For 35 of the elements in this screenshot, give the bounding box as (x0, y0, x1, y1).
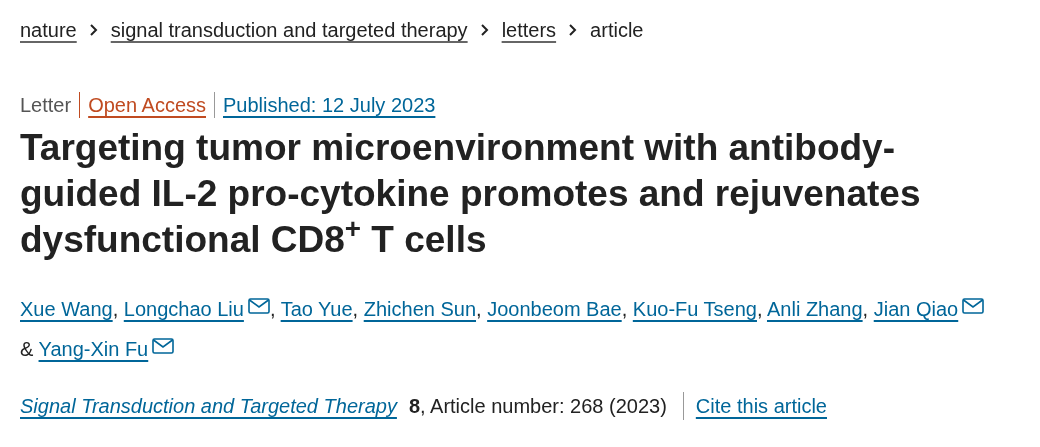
chevron-icon (568, 23, 579, 37)
author-link[interactable]: Xue Wang (20, 298, 113, 320)
separator: , (862, 298, 869, 320)
article-type: Letter (20, 93, 73, 118)
separator: , (269, 298, 276, 320)
email-icon[interactable] (247, 298, 270, 314)
breadcrumb-link[interactable]: letters (501, 15, 557, 45)
separator: , (756, 298, 763, 320)
author-link[interactable]: Jian Qiao (873, 298, 959, 320)
author-link[interactable]: Joonbeom Bae (487, 298, 622, 320)
cite-link[interactable]: Cite this article (683, 391, 827, 421)
author-link[interactable]: Kuo-Fu Tseng (632, 298, 757, 320)
email-icon[interactable] (152, 338, 175, 354)
author-link[interactable]: Anli Zhang (767, 298, 863, 320)
article-number: , Article number: 268 (2023) (420, 394, 668, 419)
chevron-icon (88, 23, 99, 37)
volume-number: 8 (408, 394, 421, 419)
conjunction: & (20, 338, 34, 360)
breadcrumb-link[interactable]: signal transduction and targeted therapy (110, 15, 468, 45)
email-icon[interactable] (962, 298, 985, 314)
journal-link[interactable]: Signal Transduction and Targeted Therapy (20, 391, 397, 421)
separator: , (112, 298, 119, 320)
separator: , (621, 298, 628, 320)
author-link[interactable]: Yang-Xin Fu (38, 338, 149, 360)
access-label: Open Access (87, 93, 207, 118)
separator: , (476, 298, 482, 320)
article-title: Targeting tumor microenvironment with antibody-guided IL-2 pro-cytokine promotes and rejuvenates dysfunctional CD8$^{+}$ T cells (20, 126, 922, 262)
separator: , (352, 298, 359, 320)
author-link[interactable]: Longchao Liu (123, 298, 244, 320)
breadcrumb-current: article (590, 18, 644, 43)
published-date-link[interactable]: Published: 12 July 2023 (215, 90, 436, 120)
author-link[interactable]: Tao Yue (280, 298, 353, 320)
chevron-icon (479, 23, 490, 37)
breadcrumb-link[interactable]: nature (20, 15, 77, 45)
author-link[interactable]: Zhichen Sun (363, 298, 476, 320)
